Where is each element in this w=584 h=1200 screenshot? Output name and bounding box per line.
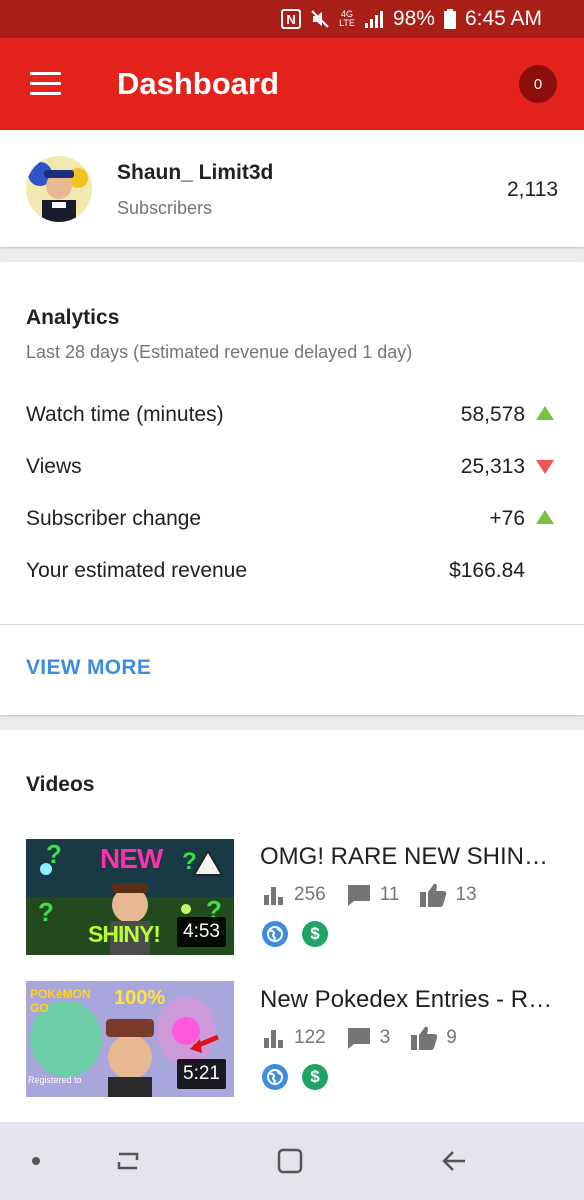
channel-name: Shaun_ Limit3d: [117, 161, 274, 184]
notification-badge[interactable]: 0: [519, 65, 557, 103]
dollar-icon: $: [302, 1064, 328, 1090]
metric-label-revenue: Your estimated revenue: [26, 559, 248, 582]
comments-stat: 11: [346, 883, 400, 907]
clock: 6:45 AM: [464, 7, 542, 30]
views-stat: 256: [262, 883, 326, 907]
page-title: Dashboard: [117, 66, 279, 101]
metric-value-revenue: $166.84: [449, 559, 525, 582]
thumbnail-text: 100%: [114, 987, 166, 1009]
trend-down-icon: [536, 460, 554, 474]
thumbnail-text: SHINY!: [88, 921, 161, 947]
thumbnail-text: POKéMON GO: [30, 987, 91, 1015]
metric-value-watch-time: 58,578: [460, 403, 525, 426]
back-icon[interactable]: [436, 1122, 472, 1200]
battery-icon: [443, 9, 456, 29]
analytics-range: Last 28 days (Estimated revenue delayed …: [26, 342, 413, 362]
metric-label-views: Views: [26, 455, 82, 478]
video-duration: 5:21: [177, 1059, 226, 1089]
dollar-icon: $: [302, 921, 328, 947]
metric-value-subscriber-change: +76: [489, 507, 525, 530]
comment-icon: [346, 883, 372, 907]
status-icons: N 4G LTE 98% 6:45 AM: [281, 0, 542, 38]
app-bar: Dashboard 0: [0, 38, 584, 130]
battery-percent: 98%: [392, 7, 435, 30]
globe-icon: [262, 921, 288, 947]
signal-icon: [364, 10, 384, 28]
thumbnail-text: NEW: [100, 843, 163, 874]
video-badges: $: [262, 1064, 328, 1090]
menu-icon[interactable]: [30, 72, 61, 96]
comment-icon: [346, 1026, 372, 1050]
bar-chart-icon: [262, 1026, 286, 1050]
likes-count: 9: [446, 1027, 457, 1048]
video-title[interactable]: New Pokedex Entries - Registered: [260, 986, 560, 1014]
video-thumbnail[interactable]: ? ? ? ? NEW SHINY! 4:53: [26, 839, 234, 955]
analytics-title: Analytics: [26, 306, 120, 329]
metric-value-views: 25,313: [460, 455, 525, 478]
comments-stat: 3: [346, 1026, 391, 1050]
video-title[interactable]: OMG! RARE NEW SHINY POKEMON: [260, 843, 560, 871]
video-thumbnail[interactable]: Registered to POKéMON GO 100% 5:21: [26, 981, 234, 1097]
metric-label-subscriber-change: Subscriber change: [26, 507, 202, 530]
bar-chart-icon: [262, 883, 286, 907]
trend-up-icon: [536, 510, 554, 524]
home-icon[interactable]: [272, 1122, 308, 1200]
metric-label-watch-time: Watch time (minutes): [26, 403, 224, 426]
subscribers-label: Subscribers: [117, 198, 213, 218]
network-type-icon: 4G LTE: [339, 9, 355, 28]
likes-count: 13: [455, 884, 477, 905]
channel-card[interactable]: [0, 130, 584, 247]
trend-up-icon: [536, 406, 554, 420]
nav-dot-icon[interactable]: [24, 1122, 48, 1200]
comments-count: 3: [379, 1027, 391, 1048]
likes-stat: 13: [419, 882, 477, 908]
globe-icon: [262, 1064, 288, 1090]
videos-title: Videos: [26, 773, 95, 796]
svg-text:Registered to: Registered to: [28, 1075, 82, 1085]
system-nav-bar: [0, 1122, 584, 1200]
svg-text:?: ?: [38, 897, 54, 927]
video-stats: 122 3 9: [262, 1025, 477, 1051]
divider: [0, 624, 584, 625]
likes-stat: 9: [410, 1025, 457, 1051]
views-count: 122: [294, 1027, 326, 1048]
subscriber-count: 2,113: [507, 178, 558, 201]
thumbs-up-icon: [419, 882, 447, 908]
nfc-icon: N: [281, 9, 302, 29]
avatar: [26, 156, 92, 222]
view-more-button[interactable]: VIEW MORE: [26, 656, 151, 680]
comments-count: 11: [379, 884, 400, 905]
video-stats: 256 11 13: [262, 882, 497, 908]
views-stat: 122: [262, 1026, 326, 1050]
svg-text:?: ?: [182, 848, 197, 875]
mute-icon: [310, 9, 330, 29]
svg-text:?: ?: [46, 839, 62, 869]
video-duration: 4:53: [177, 917, 226, 947]
views-count: 256: [294, 884, 326, 905]
status-bar: N 4G LTE 98% 6:45 AM: [0, 0, 584, 38]
recent-apps-icon[interactable]: [110, 1122, 146, 1200]
thumbs-up-icon: [410, 1025, 438, 1051]
video-badges: $: [262, 921, 328, 947]
